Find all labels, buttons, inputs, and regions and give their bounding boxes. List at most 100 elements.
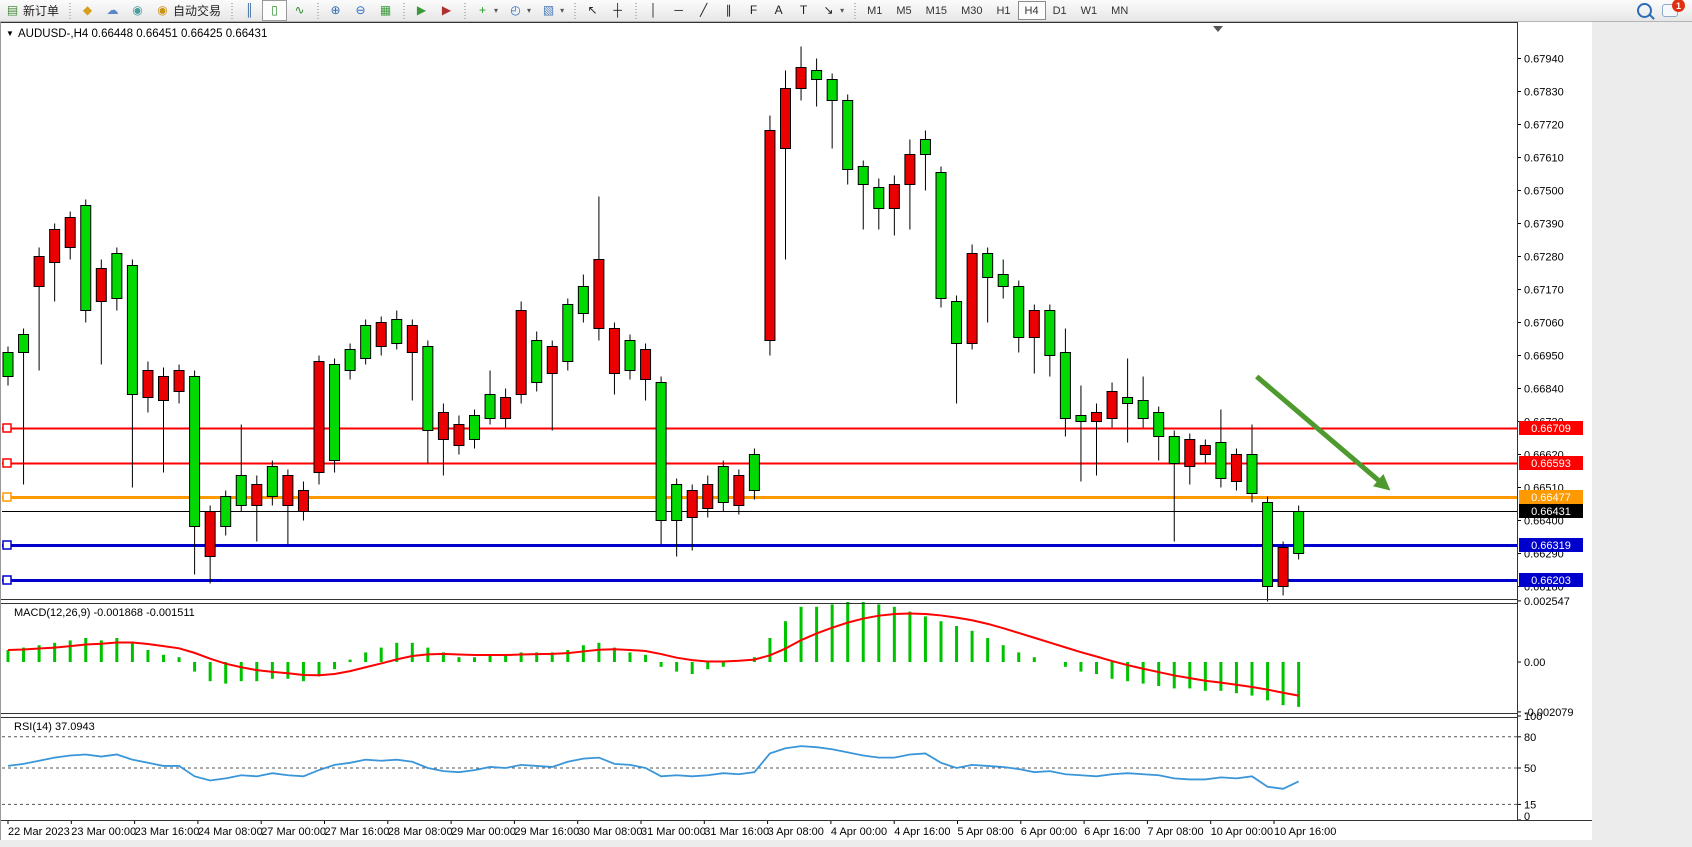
timeframe-m30[interactable]: M30: [954, 1, 989, 20]
new-order-button[interactable]: ▤新订单: [0, 0, 64, 21]
timeframe-m5[interactable]: M5: [889, 1, 918, 20]
time-tick-label: 10 Apr 16:00: [1274, 826, 1336, 838]
arrows-tool-button[interactable]: ↘▾: [816, 0, 849, 21]
price-tick-label: 0.67060: [1524, 318, 1564, 330]
new-order-icon: ▤: [5, 3, 20, 18]
line-chart-button[interactable]: ∿: [287, 0, 312, 21]
periods-button[interactable]: ◴▾: [503, 0, 536, 21]
time-tick-label: 24 Mar 08:00: [198, 826, 263, 838]
templates-icon: ▧: [541, 3, 556, 18]
toolbar-separator: [632, 3, 639, 19]
toolbar-separator: [851, 3, 858, 19]
price-tick-label: 0.67610: [1524, 153, 1564, 165]
rsi-label: RSI(14) 37.0943: [14, 721, 95, 733]
hline-marker[interactable]: [3, 541, 11, 549]
time-tick-label: 27 Mar 16:00: [325, 826, 390, 838]
hline-marker[interactable]: [3, 459, 11, 467]
zoom-out-icon: ⊖: [353, 3, 368, 18]
trendline-icon: ╱: [696, 3, 711, 18]
bar-chart-button[interactable]: ║: [237, 0, 262, 21]
hline-marker[interactable]: [3, 424, 11, 432]
hline-marker[interactable]: [3, 576, 11, 584]
dropdown-caret-icon[interactable]: ▾: [840, 6, 844, 15]
dropdown-caret-icon[interactable]: ▾: [527, 6, 531, 15]
candlestick-chart-button[interactable]: ▯: [262, 0, 287, 21]
time-tick-label: 4 Apr 16:00: [894, 826, 950, 838]
chart-menu-icon: ▼: [6, 29, 14, 38]
zoom-out-button[interactable]: ⊖: [348, 0, 373, 21]
rsi-axis-label: 100: [1524, 711, 1542, 723]
chart-shift-button[interactable]: ▶: [434, 0, 459, 21]
crosshair-button[interactable]: ┼: [605, 0, 630, 21]
rsi-axis-label: 50: [1524, 763, 1536, 775]
timeframe-mn[interactable]: MN: [1104, 1, 1135, 20]
vertical-line-button[interactable]: │: [641, 0, 666, 21]
time-tick-label: 31 Mar 00:00: [641, 826, 706, 838]
text-label-button[interactable]: T: [791, 0, 816, 21]
tile-windows-button[interactable]: ▦: [373, 0, 398, 21]
deposit-icon-button[interactable]: ◆: [75, 0, 100, 21]
timeframe-h4[interactable]: H4: [1018, 1, 1046, 20]
time-tick-label: 6 Apr 16:00: [1084, 826, 1140, 838]
insert-group: +▾◴▾▧▾: [470, 0, 569, 21]
timeframe-d1[interactable]: D1: [1046, 1, 1074, 20]
vertical-line-icon: │: [646, 3, 661, 18]
price-tick-label: 0.67390: [1524, 219, 1564, 231]
horizontal-line-icon: ─: [671, 3, 686, 18]
notification-badge: 1: [1672, 0, 1685, 12]
fibonacci-button[interactable]: F: [741, 0, 766, 21]
text-icon: A: [771, 3, 786, 18]
price-tick-label: 0.67720: [1524, 120, 1564, 132]
toolbar-right-icons: 1: [1637, 3, 1692, 18]
time-tick-label: 29 Mar 16:00: [514, 826, 579, 838]
dropdown-caret-icon[interactable]: ▾: [560, 6, 564, 15]
chart-type-group: ║▯∿: [237, 0, 312, 21]
chart-canvas[interactable]: 0.679400.678300.677200.676100.675000.673…: [0, 22, 1592, 840]
indicators-icon: +: [475, 3, 490, 18]
macd-label: MACD(12,26,9) -0.001868 -0.001511: [14, 607, 195, 619]
notifications-icon[interactable]: 1: [1662, 4, 1678, 17]
time-tick-label: 10 Apr 00:00: [1211, 826, 1273, 838]
timeframe-m1[interactable]: M1: [860, 1, 889, 20]
timeframe-h1[interactable]: H1: [989, 1, 1017, 20]
auto-scroll-button[interactable]: ▶: [409, 0, 434, 21]
price-tag-value: 0.66593: [1531, 458, 1571, 470]
rsi-axis-label: 15: [1524, 799, 1536, 811]
macd-axis-label: 0.002547: [1524, 596, 1570, 608]
time-tick-label: 4 Apr 00:00: [831, 826, 887, 838]
chart-window[interactable]: 0.679400.678300.677200.676100.675000.673…: [0, 22, 1592, 840]
templates-button[interactable]: ▧▾: [536, 0, 569, 21]
signals-icon: ◉: [130, 3, 145, 18]
time-tick-label: 22 Mar 2023: [8, 826, 70, 838]
indicators-button[interactable]: +▾: [470, 0, 503, 21]
signals-button[interactable]: ◉: [125, 0, 150, 21]
price-tick-label: 0.67830: [1524, 87, 1564, 99]
main-toolbar: ▤新订单◆☁◉◉自动交易║▯∿⊕⊖▦▶▶+▾◴▾▧▾↖┼│─╱∥FAT↘▾M1M…: [0, 0, 1692, 22]
hline-marker[interactable]: [3, 493, 11, 501]
toolbar-separator: [571, 3, 578, 19]
auto-trading-button[interactable]: ◉自动交易: [150, 0, 226, 21]
search-icon[interactable]: [1637, 3, 1652, 18]
account-cloud-button[interactable]: ☁: [100, 0, 125, 21]
zoom-in-button[interactable]: ⊕: [323, 0, 348, 21]
toolbar-separator: [461, 3, 468, 19]
equidistant-channel-button[interactable]: ∥: [716, 0, 741, 21]
horizontal-line-button[interactable]: ─: [666, 0, 691, 21]
time-tick-label: 30 Mar 08:00: [578, 826, 643, 838]
window-background: [1592, 22, 1692, 847]
rsi-axis-label: 0: [1524, 811, 1530, 823]
cursor-button[interactable]: ↖: [580, 0, 605, 21]
price-tick-label: 0.67500: [1524, 186, 1564, 198]
price-tag-value: 0.66203: [1531, 575, 1571, 587]
periods-icon: ◴: [508, 3, 523, 18]
time-tick-label: 6 Apr 00:00: [1021, 826, 1077, 838]
timeframe-m15[interactable]: M15: [919, 1, 954, 20]
price-tick-label: 0.67170: [1524, 285, 1564, 297]
timeframe-w1[interactable]: W1: [1074, 1, 1105, 20]
dropdown-caret-icon[interactable]: ▾: [494, 6, 498, 15]
text-button[interactable]: A: [766, 0, 791, 21]
account-cloud-icon: ☁: [105, 3, 120, 18]
time-tick-label: 5 Apr 08:00: [958, 826, 1014, 838]
time-tick-label: 29 Mar 00:00: [451, 826, 516, 838]
trendline-button[interactable]: ╱: [691, 0, 716, 21]
